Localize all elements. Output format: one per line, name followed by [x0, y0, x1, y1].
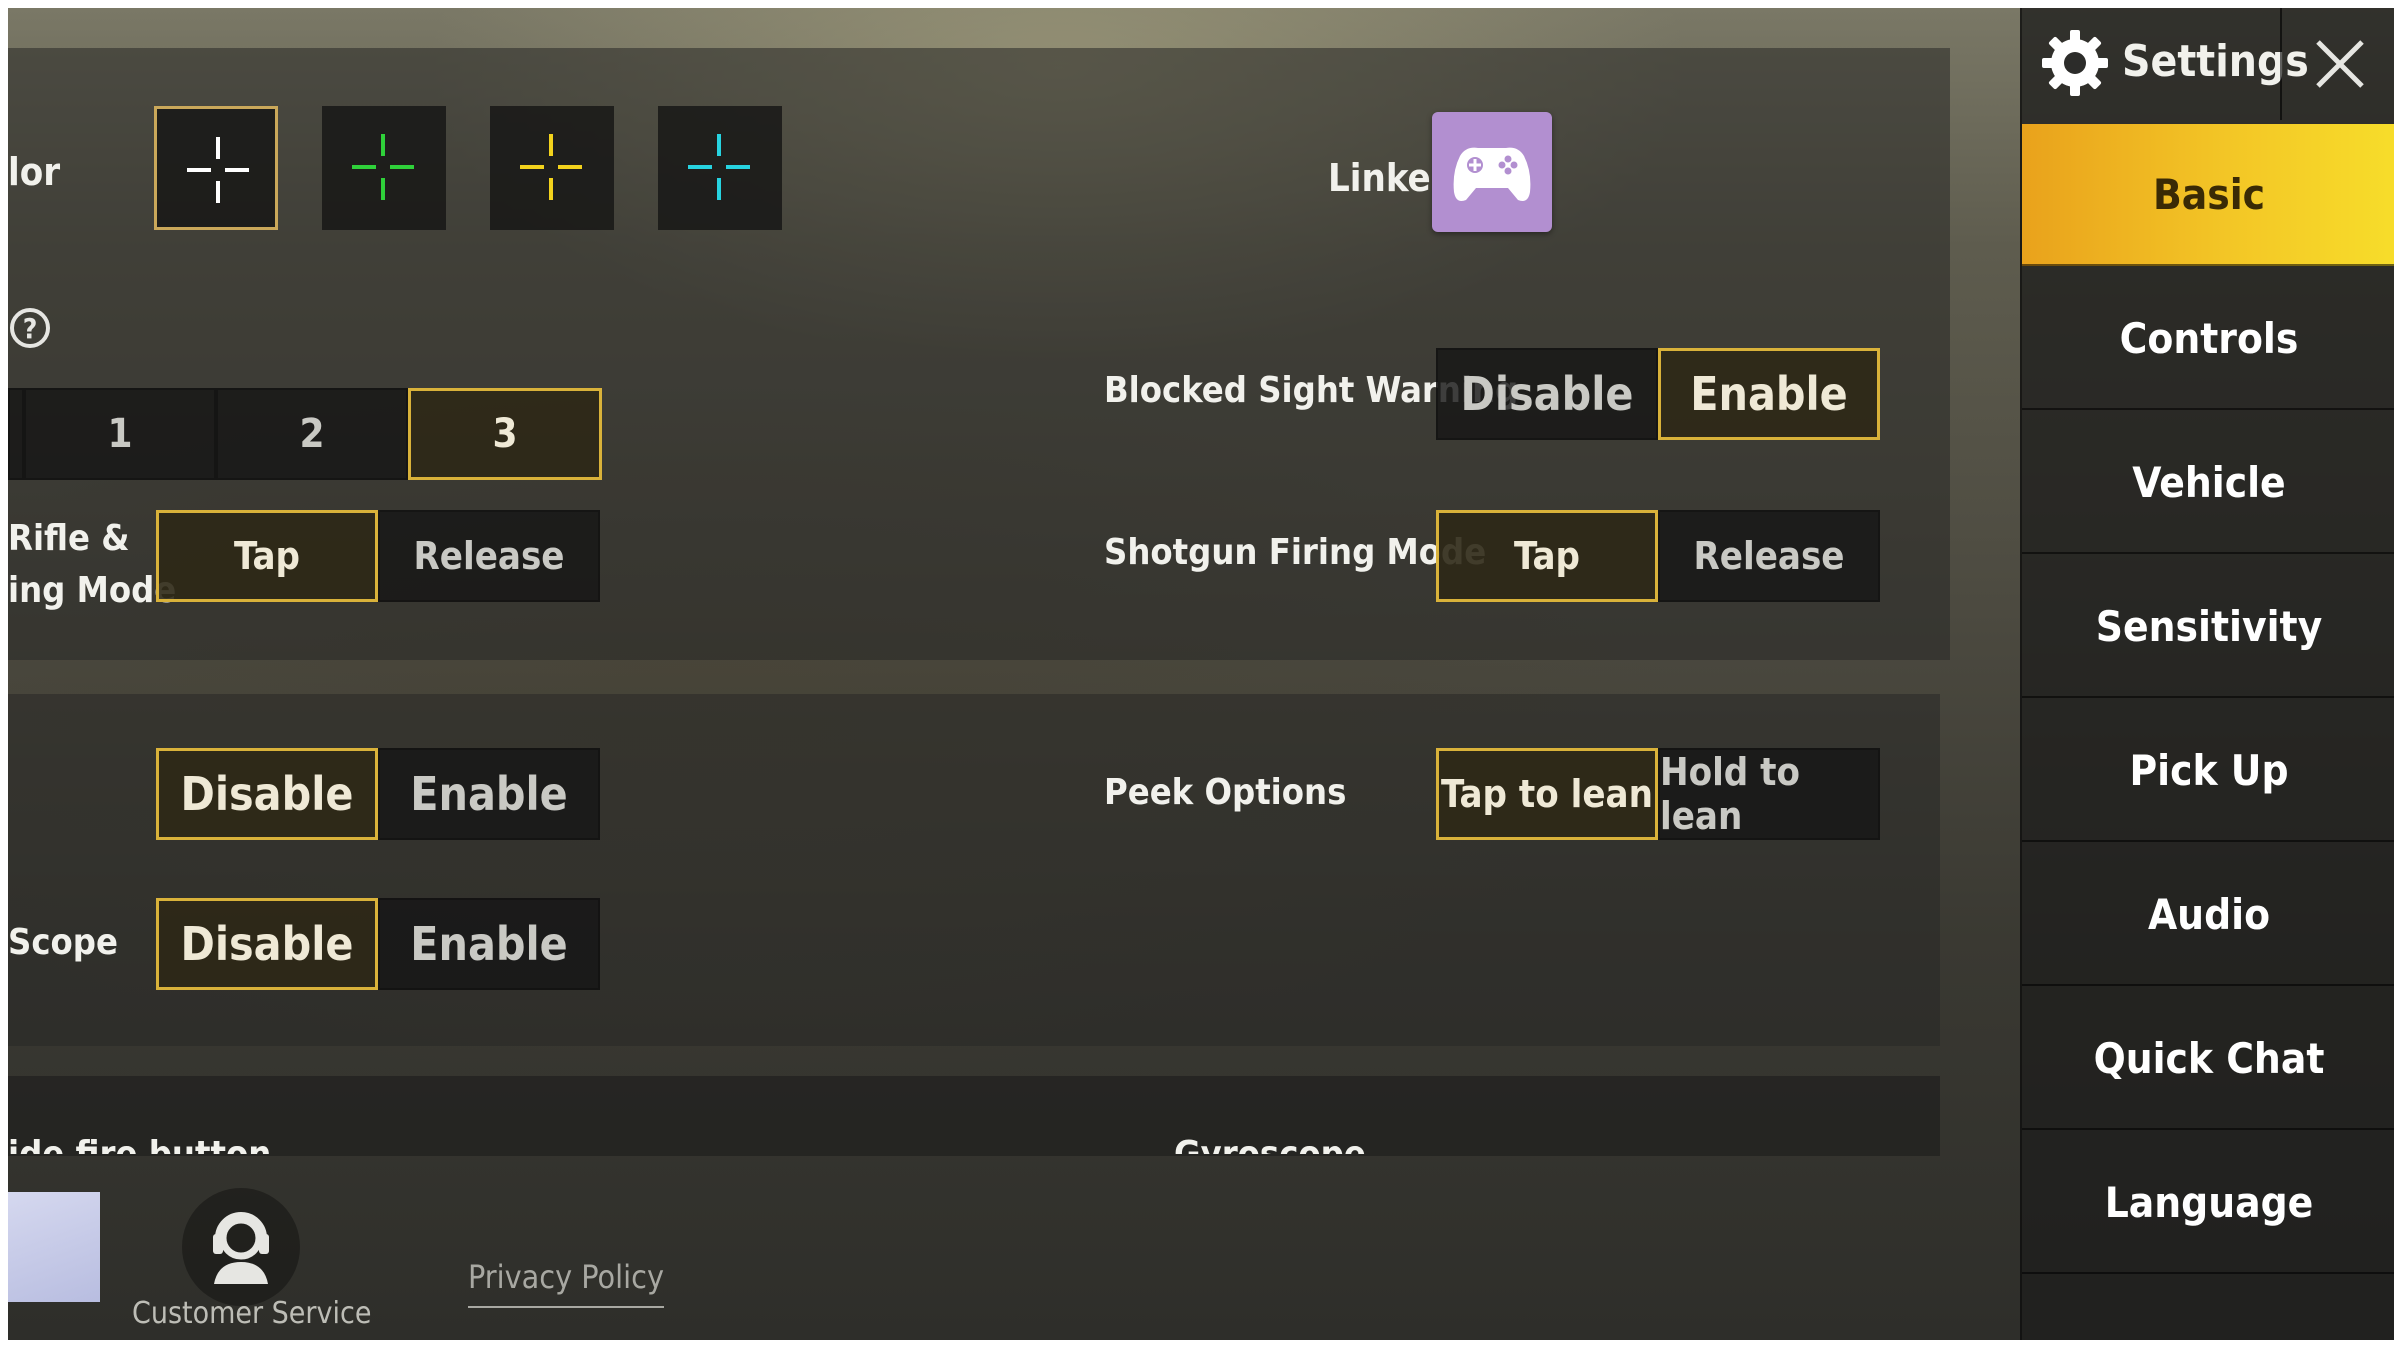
sidebar-item-controls[interactable]: Controls	[2022, 268, 2394, 410]
sidebar-header: Settings	[2022, 8, 2394, 120]
scope-toggle: Disable Enable	[156, 898, 600, 990]
customer-service-button[interactable]: Customer Service	[128, 1178, 371, 1338]
sidebar-item-vehicle[interactable]: Vehicle	[2022, 412, 2394, 554]
close-icon	[2316, 40, 2364, 88]
crosshair-color-white[interactable]	[154, 106, 278, 230]
number-option-3[interactable]: 3	[408, 388, 602, 480]
sidebar-item-language[interactable]: Language	[2022, 1132, 2394, 1274]
gear-icon	[2042, 30, 2108, 96]
sidebar-item-sensitivity[interactable]: Sensitivity	[2022, 556, 2394, 698]
privacy-policy-label: Privacy Policy	[468, 1258, 664, 1296]
customer-service-icon	[182, 1188, 300, 1306]
crosshair-color-cyan[interactable]	[658, 106, 782, 230]
sidebar-item-basic[interactable]: Basic	[2022, 124, 2394, 266]
shotgun-firing-tap[interactable]: Tap	[1436, 510, 1658, 602]
peek-options-label: Peek Options	[1104, 772, 1347, 813]
crosshair-color-green[interactable]	[322, 106, 446, 230]
peek-hold-to-lean[interactable]: Hold to lean	[1658, 748, 1880, 840]
settings-sidebar: Settings Basic Controls Vehicle Sensitiv…	[2020, 8, 2394, 1340]
blocked-sight-disable[interactable]: Disable	[1436, 348, 1658, 440]
crosshair-color-yellow[interactable]	[490, 106, 614, 230]
cutoff-row-clip: ide fire button Gyroscope	[8, 1108, 1940, 1154]
sidebar-item-audio[interactable]: Audio	[2022, 844, 2394, 986]
shotgun-firing-label: Shotgun Firing Mode	[1104, 532, 1487, 573]
header-divider	[2280, 8, 2282, 120]
controller-linked-button[interactable]	[1432, 112, 1552, 232]
gamepad-icon	[1453, 147, 1531, 201]
help-symbol: ?	[22, 311, 38, 345]
help-icon[interactable]: ?	[10, 308, 50, 348]
sidebar-item-quick-chat[interactable]: Quick Chat	[2022, 988, 2394, 1130]
scope-disable[interactable]: Disable	[156, 898, 378, 990]
crosshair-color-label: lor	[8, 150, 61, 194]
unnamed-toggle-enable[interactable]: Enable	[378, 748, 600, 840]
rifle-firing-tap[interactable]: Tap	[156, 510, 378, 602]
rifle-firing-label-line1: Rifle &	[8, 518, 130, 559]
rifle-firing-label-line2: ing Mode	[8, 570, 177, 611]
blocked-sight-toggle: Disable Enable	[1436, 348, 1880, 440]
footer-thumbnail[interactable]	[8, 1192, 100, 1302]
unnamed-toggle-disable[interactable]: Disable	[156, 748, 378, 840]
customer-service-label: Customer Service	[132, 1296, 372, 1331]
scope-label: Scope	[8, 922, 118, 963]
close-button[interactable]	[2284, 8, 2394, 120]
rifle-firing-toggle: Tap Release	[156, 510, 600, 602]
number-option-2[interactable]: 2	[216, 388, 408, 480]
peek-tap-to-lean[interactable]: Tap to lean	[1436, 748, 1658, 840]
hide-fire-button-label: ide fire button	[8, 1134, 271, 1154]
game-settings-screen: lor Linked ? 1 2 3 Blocked Sight Warning…	[8, 8, 2394, 1340]
unnamed-toggle: Disable Enable	[156, 748, 600, 840]
number-option-1[interactable]: 1	[24, 388, 216, 480]
number-selector: 1 2 3	[8, 388, 602, 480]
rifle-firing-release[interactable]: Release	[378, 510, 600, 602]
blocked-sight-enable[interactable]: Enable	[1658, 348, 1880, 440]
peek-options-toggle: Tap to lean Hold to lean	[1436, 748, 1880, 840]
number-option-partial[interactable]	[8, 388, 24, 480]
sidebar-item-pick-up[interactable]: Pick Up	[2022, 700, 2394, 842]
shotgun-firing-release[interactable]: Release	[1658, 510, 1880, 602]
privacy-policy-link[interactable]: Privacy Policy	[468, 1258, 664, 1308]
settings-panel-middle	[8, 694, 1940, 1046]
shotgun-firing-toggle: Tap Release	[1436, 510, 1880, 602]
scope-enable[interactable]: Enable	[378, 898, 600, 990]
gyroscope-label: Gyroscope	[1174, 1134, 1366, 1154]
